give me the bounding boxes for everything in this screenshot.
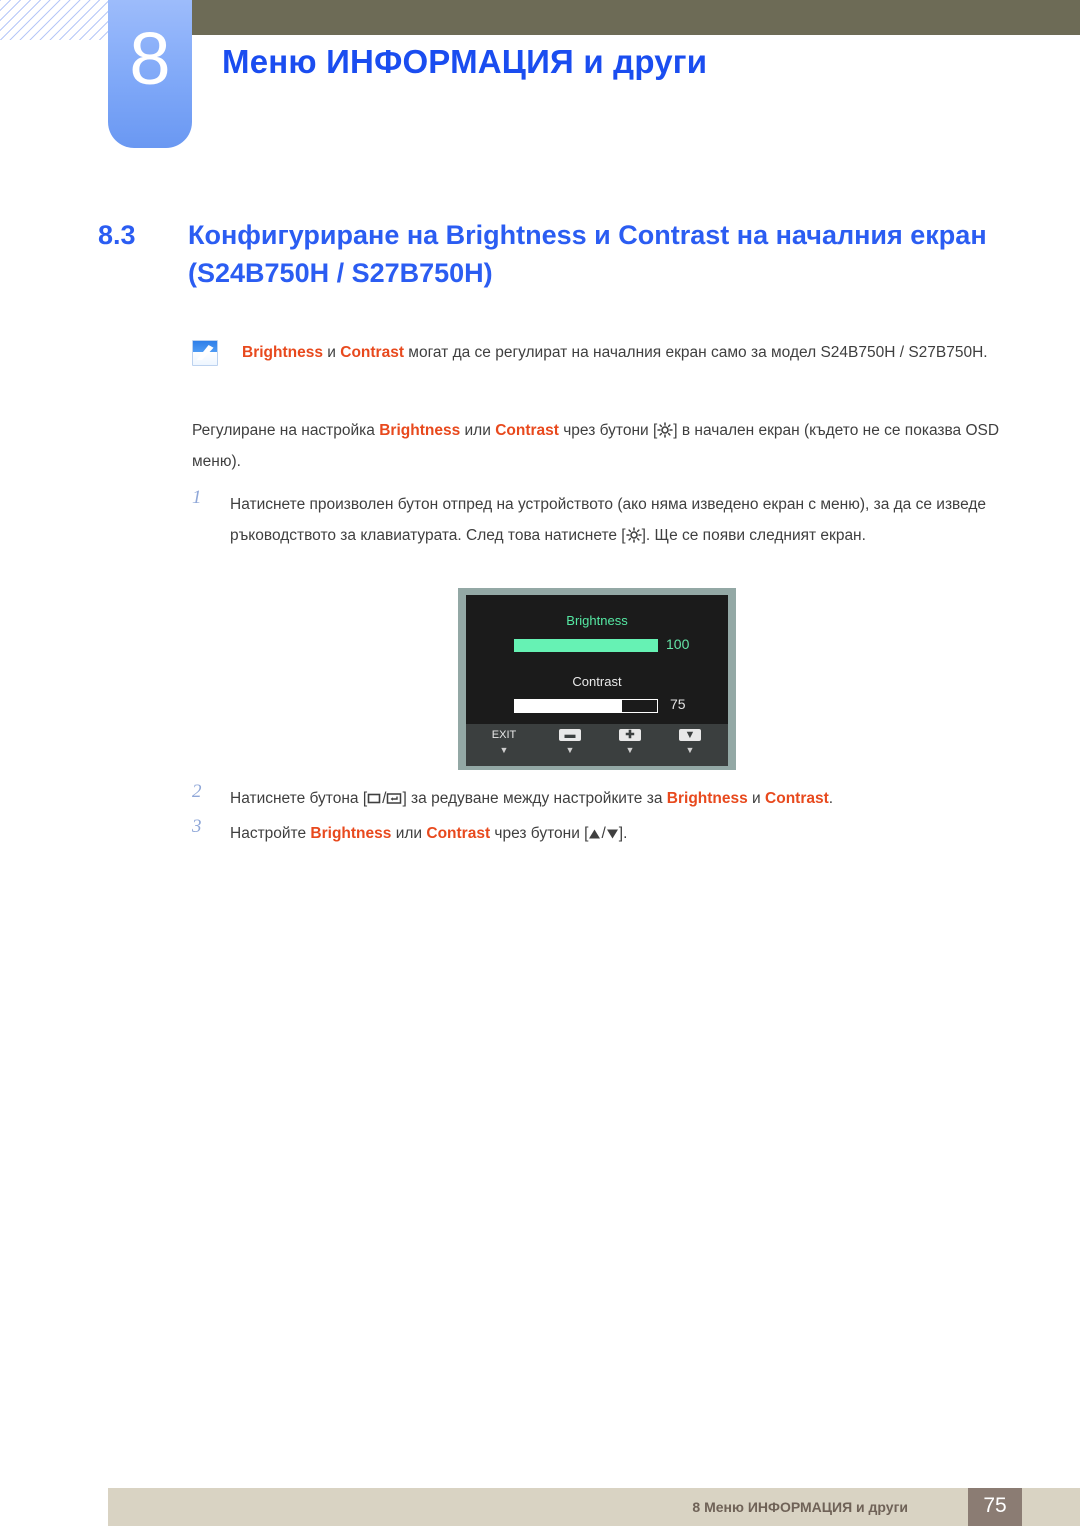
step-number: 1 bbox=[192, 487, 202, 508]
step2-keyword-contrast: Contrast bbox=[765, 790, 829, 807]
osd-plus-caret: ▼ bbox=[625, 745, 635, 755]
hatch-decoration bbox=[0, 0, 108, 40]
page-number: 75 bbox=[983, 1494, 1007, 1517]
step3-part3: чрез бутони [ bbox=[490, 825, 589, 842]
step-text: Натиснете произволен бутон отпред на уст… bbox=[230, 489, 1014, 551]
osd-contrast-value: 75 bbox=[670, 696, 686, 712]
osd-brightness-label: Brightness bbox=[566, 613, 628, 628]
osd-brightness-slider[interactable] bbox=[514, 639, 658, 652]
step-number: 2 bbox=[192, 781, 202, 802]
osd-minus-button[interactable]: ▬ ▼ bbox=[544, 729, 596, 755]
intro-part1: Регулиране на настройка bbox=[192, 422, 380, 439]
note-keyword-contrast: Contrast bbox=[340, 344, 404, 361]
brightness-sun-icon bbox=[657, 422, 674, 438]
step-item: 3 Настройте Brightness или Contrast чрез… bbox=[192, 816, 1014, 849]
step-number: 3 bbox=[192, 816, 202, 837]
intro-part2: или bbox=[460, 422, 496, 439]
brightness-sun-icon bbox=[625, 527, 642, 543]
step-text: Натиснете бутона [/] за редуване между н… bbox=[230, 783, 1014, 814]
note-keyword-brightness: Brightness bbox=[242, 344, 323, 361]
footer-bar: 8 Меню ИНФОРМАЦИЯ и други 75 bbox=[108, 1488, 1080, 1526]
note-mid: и bbox=[322, 344, 341, 361]
note-tail: могат да се регулират на началния екран … bbox=[403, 344, 988, 361]
section-title: Конфигуриране на Brightness и Contrast н… bbox=[188, 220, 987, 288]
triangle-down-icon bbox=[606, 828, 619, 844]
section-heading: 8.3 Конфигуриране на Brightness и Contra… bbox=[98, 216, 1028, 292]
osd-contrast-slider[interactable] bbox=[514, 699, 658, 713]
triangle-up-icon bbox=[588, 828, 601, 844]
rectangle-outline-icon bbox=[367, 792, 382, 809]
note-text: Brightness и Contrast могат да се регули… bbox=[242, 337, 1012, 368]
step3-keyword-contrast: Contrast bbox=[426, 825, 491, 842]
osd-toolbar: EXIT ▼ ▬ ▼ ✚ ▼ ▼ ▼ bbox=[466, 724, 728, 766]
step2-part4: . bbox=[828, 790, 834, 807]
chapter-number: 8 bbox=[129, 17, 171, 100]
step2-keyword-brightness: Brightness bbox=[666, 790, 748, 807]
chapter-title: Меню ИНФОРМАЦИЯ и други bbox=[222, 43, 708, 80]
footer-text: 8 Меню ИНФОРМАЦИЯ и други bbox=[692, 1499, 908, 1515]
step1-part1: Натиснете произволен бутон отпред на уст… bbox=[230, 496, 987, 544]
osd-exit-button[interactable]: EXIT ▼ bbox=[478, 729, 530, 755]
minus-icon: ▬ bbox=[559, 729, 581, 741]
chapter-header: 8 Меню ИНФОРМАЦИЯ и други bbox=[0, 0, 1080, 180]
osd-down-caret: ▼ bbox=[685, 745, 695, 755]
chevron-down-icon: ▼ bbox=[679, 729, 701, 741]
header-olive-bar bbox=[192, 0, 1080, 35]
step3-keyword-brightness: Brightness bbox=[310, 825, 392, 842]
osd-exit-caret: ▼ bbox=[499, 745, 509, 755]
step3-part1: Настройте bbox=[230, 825, 311, 842]
osd-down-button[interactable]: ▼ ▼ bbox=[664, 729, 716, 755]
step-item: 2 Натиснете бутона [/] за редуване между… bbox=[192, 781, 1014, 814]
step-item: 1 Натиснете произволен бутон отпред на у… bbox=[192, 487, 1014, 551]
osd-brightness-value: 100 bbox=[666, 636, 690, 652]
osd-minus-caret: ▼ bbox=[565, 745, 575, 755]
step2-part3: и bbox=[747, 790, 766, 807]
note-block: Brightness и Contrast могат да се регули… bbox=[192, 337, 1012, 368]
plus-icon: ✚ bbox=[619, 729, 641, 741]
footer-page-box: 75 bbox=[968, 1488, 1022, 1526]
step3-part2: или bbox=[391, 825, 427, 842]
note-pencil-icon bbox=[192, 340, 218, 366]
intro-part3: чрез бутони [ bbox=[558, 422, 658, 439]
osd-screen: Brightness 100 Contrast 75 EXIT ▼ ▬ ▼ ✚ … bbox=[466, 595, 728, 766]
osd-contrast-slider-fill bbox=[515, 700, 622, 712]
intro-paragraph: Регулиране на настройка Brightness или C… bbox=[192, 415, 1012, 477]
step-text: Настройте Brightness или Contrast чрез б… bbox=[230, 818, 1014, 849]
osd-plus-button[interactable]: ✚ ▼ bbox=[604, 729, 656, 755]
enter-return-icon bbox=[386, 792, 402, 809]
osd-exit-label: EXIT bbox=[491, 729, 517, 741]
intro-keyword-brightness: Brightness bbox=[379, 422, 461, 439]
step1-part2: ]. Ще се появи следният екран. bbox=[641, 527, 866, 544]
osd-screenshot-figure: Brightness 100 Contrast 75 EXIT ▼ ▬ ▼ ✚ … bbox=[458, 588, 736, 770]
step3-part4: ]. bbox=[618, 825, 628, 842]
osd-brightness-slider-fill bbox=[514, 639, 658, 652]
osd-contrast-label: Contrast bbox=[572, 674, 622, 689]
intro-keyword-contrast: Contrast bbox=[495, 422, 559, 439]
step2-part2: ] за редуване между настройките за bbox=[402, 790, 667, 807]
step2-part1: Натиснете бутона [ bbox=[230, 790, 368, 807]
section-number: 8.3 bbox=[98, 220, 136, 250]
